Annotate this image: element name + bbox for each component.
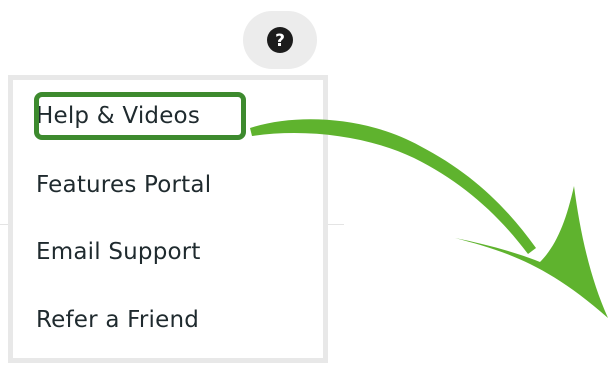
arrow-head: [455, 186, 608, 318]
highlight-box: [34, 92, 246, 140]
menu-item-email-support[interactable]: Email Support: [36, 237, 201, 267]
help-button[interactable]: ?: [243, 11, 317, 69]
menu-item-refer-friend[interactable]: Refer a Friend: [36, 305, 199, 335]
question-mark-glyph: ?: [275, 31, 285, 51]
question-circle-icon: ?: [267, 27, 293, 53]
screenshot-stage: ? Help & Videos Features Portal Email Su…: [0, 0, 614, 367]
menu-item-features-portal[interactable]: Features Portal: [36, 170, 211, 200]
